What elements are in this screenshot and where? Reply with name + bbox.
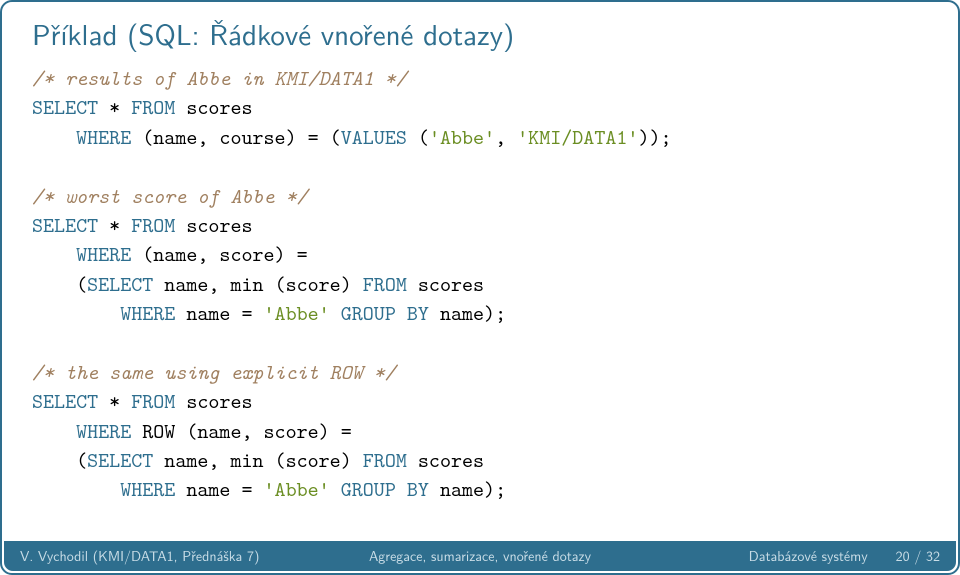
kw-select: SELECT	[32, 387, 98, 415]
code-text: ,	[495, 123, 517, 151]
kw-from: FROM	[363, 446, 407, 474]
kw-from: FROM	[363, 270, 407, 298]
code-string: 'Abbe'	[264, 475, 330, 503]
kw-from: FROM	[131, 387, 175, 415]
code-text: name =	[175, 475, 263, 503]
footer-right: Databázové systémy 20 / 32	[749, 546, 940, 566]
kw-select: SELECT	[87, 446, 153, 474]
code-text: (name, course) = (	[131, 123, 340, 151]
footer-bar: V. Vychodil (KMI/DATA1, Přednáška 7) Agr…	[4, 541, 956, 571]
code-text: scores	[175, 93, 252, 121]
code-text: name, min (score)	[153, 270, 362, 298]
footer-author: V. Vychodil (KMI/DATA1, Přednáška 7)	[20, 546, 259, 566]
slide-frame: Příklad (SQL: Řádkové vnořené dotazy) /*…	[0, 0, 960, 575]
code-text: *	[98, 387, 131, 415]
kw-where: WHERE	[32, 123, 131, 151]
kw-from: FROM	[131, 211, 175, 239]
code-text: ));	[638, 123, 671, 151]
kw-group-by: GROUP BY	[341, 475, 429, 503]
code-text: scores	[175, 211, 252, 239]
code-string: 'Abbe'	[264, 299, 330, 327]
code-text: scores	[407, 446, 484, 474]
code-text: *	[98, 93, 131, 121]
code-text: name, min (score)	[153, 446, 362, 474]
code-text: scores	[407, 270, 484, 298]
code-text: (name, score) =	[131, 240, 307, 268]
code-text: ROW (name, score) =	[131, 417, 352, 445]
code-text: (	[32, 270, 87, 298]
kw-where: WHERE	[32, 240, 131, 268]
code-text	[330, 475, 341, 503]
kw-values: VALUES	[341, 123, 407, 151]
code-text: scores	[175, 387, 252, 415]
code-text: name =	[175, 299, 263, 327]
slide-title: Příklad (SQL: Řádkové vnořené dotazy)	[32, 12, 928, 54]
code-text: name);	[429, 475, 506, 503]
code-text: (	[32, 446, 87, 474]
code-text: (	[407, 123, 429, 151]
kw-where: WHERE	[32, 299, 175, 327]
footer-label: Databázové systémy	[749, 546, 868, 566]
code-comment: /* the same using explicit ROW */	[32, 358, 396, 386]
footer-page: 20 / 32	[896, 546, 940, 566]
kw-from: FROM	[131, 93, 175, 121]
kw-select: SELECT	[32, 211, 98, 239]
kw-select: SELECT	[32, 93, 98, 121]
slide-content: Příklad (SQL: Řádkové vnořené dotazy) /*…	[2, 2, 958, 537]
code-text: *	[98, 211, 131, 239]
code-string: 'KMI/DATA1'	[517, 123, 638, 151]
code-block: /* results of Abbe in KMI/DATA1 */ SELEC…	[32, 64, 928, 505]
code-text	[330, 299, 341, 327]
code-string: 'Abbe'	[429, 123, 495, 151]
code-text: name);	[429, 299, 506, 327]
kw-where: WHERE	[32, 475, 175, 503]
kw-group-by: GROUP BY	[341, 299, 429, 327]
code-comment: /* worst score of Abbe */	[32, 182, 308, 210]
kw-where: WHERE	[32, 417, 131, 445]
kw-select: SELECT	[87, 270, 153, 298]
code-comment: /* results of Abbe in KMI/DATA1 */	[32, 64, 407, 92]
